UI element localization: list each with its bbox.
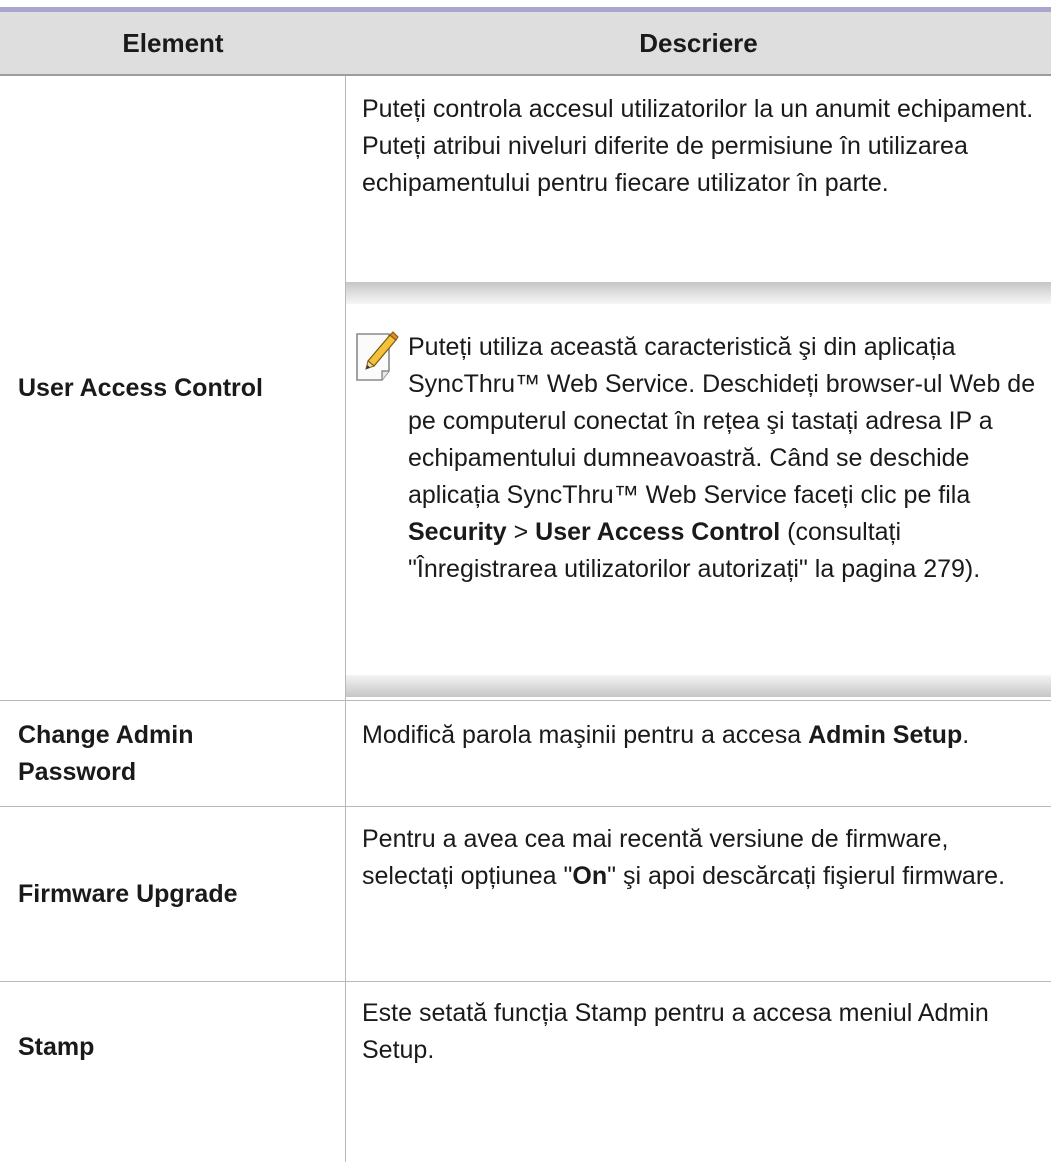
- desc-text-part: Modifică parola maşinii pentru a accesa: [362, 721, 809, 749]
- row-description: Modifică parola maşinii pentru a accesa …: [362, 717, 1042, 754]
- table-header-row: Element Descriere: [0, 12, 1051, 76]
- row-element-label: Firmware Upgrade: [0, 807, 345, 981]
- row-element-label: Change Admin Password: [0, 701, 345, 806]
- table-row: Change Admin Password Modifică parola ma…: [0, 701, 1051, 806]
- row-description: Este setată funcția Stamp pentru a acces…: [362, 999, 989, 1064]
- row-description: Puteți controla accesul utilizatorilor l…: [362, 95, 1034, 197]
- desc-bold-admin-setup: Admin Setup: [808, 721, 963, 749]
- note-pencil-icon: [356, 331, 399, 381]
- table-row: User Access Control Puteți controla acce…: [0, 76, 1051, 700]
- element-change-admin-password: Change Admin Password: [18, 720, 194, 786]
- column-header-element: Element: [122, 28, 224, 58]
- note-box: Puteți utiliza această caracteristică şi…: [346, 282, 1051, 697]
- row-element-label: User Access Control: [0, 76, 345, 700]
- desc-bold-on: On: [572, 862, 608, 890]
- note-text: Puteți utiliza această caracteristică şi…: [408, 329, 1048, 588]
- element-firmware-upgrade: Firmware Upgrade: [18, 879, 238, 908]
- column-header-description: Descriere: [639, 28, 758, 58]
- desc-text-part: " şi apoi descărcați fişierul firmware.: [607, 862, 1006, 890]
- table-row: Firmware Upgrade Pentru a avea cea mai r…: [0, 807, 1051, 981]
- note-top-bar: [346, 282, 1051, 304]
- note-text-part: Puteți utiliza această caracteristică şi…: [408, 333, 1036, 509]
- element-stamp: Stamp: [18, 1032, 95, 1061]
- desc-text-part: .: [962, 721, 970, 749]
- row-description: Pentru a avea cea mai recentă versiune d…: [362, 821, 1042, 895]
- note-bold-user-access-control: User Access Control: [535, 518, 781, 546]
- element-user-access-control: User Access Control: [18, 373, 263, 402]
- table-row: Stamp Este setată funcția Stamp pentru a…: [0, 982, 1051, 1162]
- note-text-part: >: [506, 518, 536, 546]
- row-element-label: Stamp: [0, 982, 345, 1112]
- note-bold-security: Security: [408, 518, 507, 546]
- note-bottom-bar: [346, 675, 1051, 697]
